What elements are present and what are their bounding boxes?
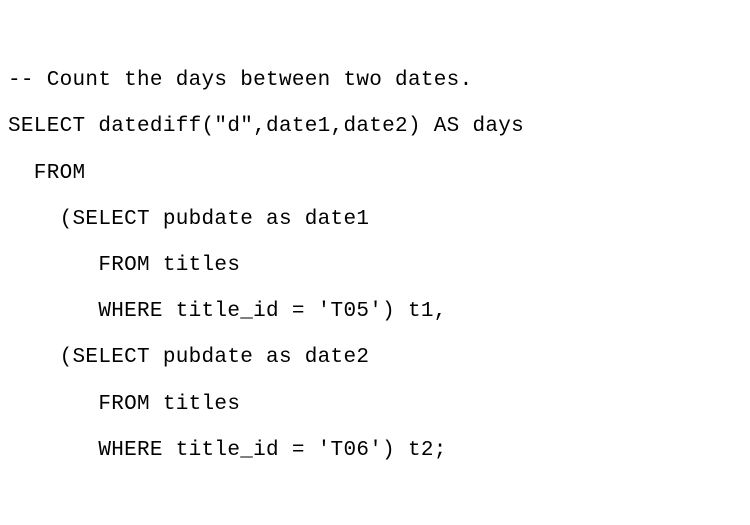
code-line-from: FROM: [8, 151, 742, 197]
code-line-subquery2-from: FROM titles: [8, 382, 742, 428]
code-line-subquery1-where: WHERE title_id = 'T05') t1,: [8, 289, 742, 335]
code-line-subquery1-from: FROM titles: [8, 243, 742, 289]
code-line-comment: -- Count the days between two dates.: [8, 58, 742, 104]
code-line-subquery2-where: WHERE title_id = 'T06') t2;: [8, 428, 742, 474]
code-line-subquery2-select: (SELECT pubdate as date2: [8, 335, 742, 381]
code-line-select: SELECT datediff("d",date1,date2) AS days: [8, 104, 742, 150]
sql-code-block: -- Count the days between two dates.SELE…: [8, 12, 742, 520]
code-line-subquery1-select: (SELECT pubdate as date1: [8, 197, 742, 243]
